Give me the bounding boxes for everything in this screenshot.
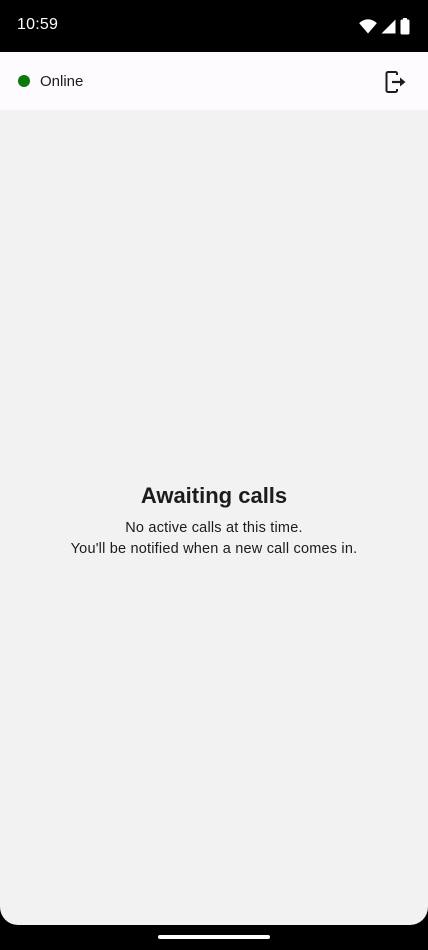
wifi-icon (359, 18, 377, 33)
main-content: Awaiting calls No active calls at this t… (0, 110, 428, 925)
logout-button[interactable] (378, 64, 414, 100)
app-bar: Online (0, 52, 428, 110)
empty-state-message-line-2: You'll be notified when a new call comes… (70, 541, 358, 557)
status-time: 10:59 (17, 16, 59, 33)
empty-state: Awaiting calls No active calls at this t… (0, 482, 428, 560)
gesture-navigation-bar (0, 925, 428, 950)
empty-state-title: Awaiting calls (140, 483, 288, 508)
status-bar: 10:59 (0, 0, 428, 52)
status-icons (359, 17, 410, 35)
cellular-signal-icon (381, 19, 396, 33)
logout-icon (385, 71, 406, 93)
empty-state-message-line-1: No active calls at this time. (125, 520, 303, 536)
online-status-label: Online (40, 73, 84, 90)
home-gesture-handle[interactable] (158, 935, 270, 939)
battery-icon (400, 17, 410, 34)
phone-screen: 10:59 Online Awaiting calls No active ca… (0, 0, 428, 950)
online-status-dot (18, 75, 30, 87)
